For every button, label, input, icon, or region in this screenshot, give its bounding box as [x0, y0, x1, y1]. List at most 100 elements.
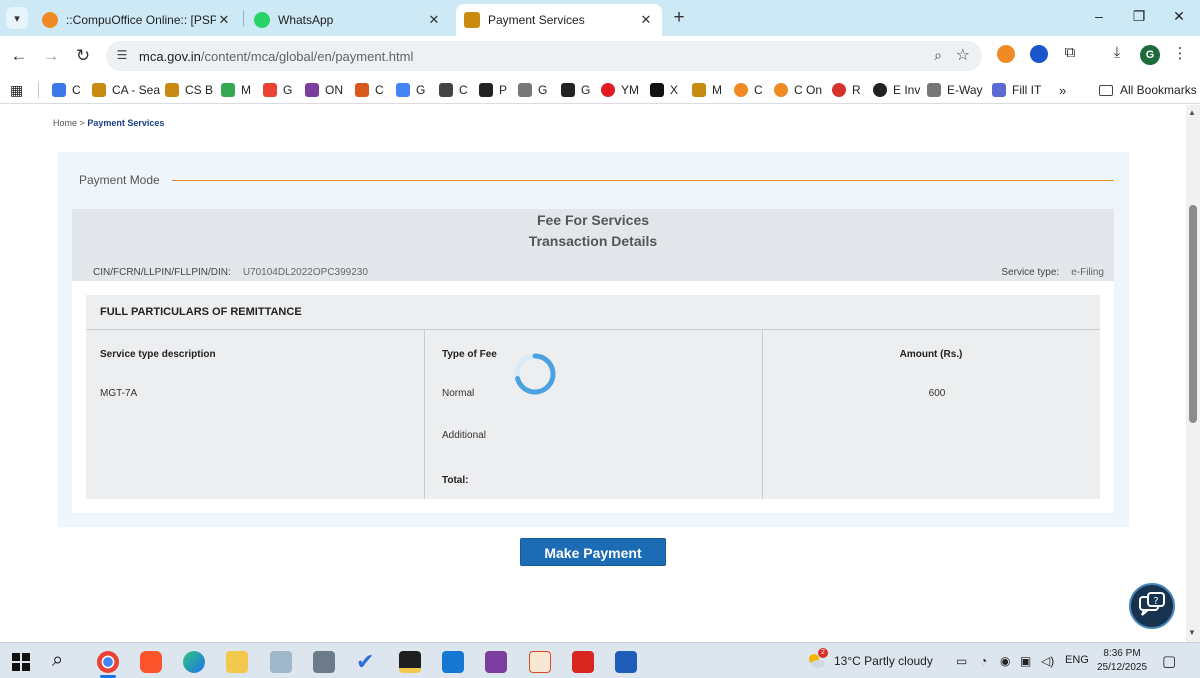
all-bookmarks-button[interactable]: All Bookmarks — [1099, 81, 1197, 99]
tab-title: ::CompuOffice Online:: [PSPL Ph — [66, 13, 216, 27]
bookmark-item[interactable]: C On — [774, 81, 822, 99]
bookmark-item[interactable]: CA - Sea — [92, 81, 160, 99]
bookmark-label: M — [241, 83, 251, 97]
system-clock[interactable]: 8:36 PM 25/12/2025 — [1097, 647, 1147, 675]
grok-icon — [561, 83, 575, 97]
bookmark-star-icon[interactable]: ☆ — [956, 45, 970, 65]
bookmark-item[interactable]: E Inv — [873, 81, 920, 99]
address-bar[interactable]: ☰ mca.gov.in/content/mca/global/en/payme… — [106, 41, 982, 71]
reload-icon[interactable]: ↻ — [72, 45, 94, 67]
bookmark-item[interactable]: Fill IT — [992, 81, 1041, 99]
windows-start-icon[interactable] — [12, 653, 30, 671]
brave-icon[interactable] — [140, 651, 162, 673]
breadcrumb-home[interactable]: Home — [53, 118, 77, 128]
close-icon[interactable]: ✕ — [426, 12, 442, 28]
tray-app-icon[interactable]: ◉ — [1000, 654, 1010, 668]
bookmark-item[interactable]: CS B — [165, 81, 213, 99]
tab-search-chevron-down-icon[interactable]: ▾ — [6, 7, 28, 29]
input-language[interactable]: ENG — [1065, 654, 1089, 666]
transaction-details-title: Transaction Details — [528, 233, 658, 249]
site-settings-icon[interactable]: ☰ — [114, 48, 130, 64]
bookmark-item[interactable]: G — [396, 81, 425, 99]
word-icon[interactable] — [615, 651, 637, 673]
bookmark-item[interactable]: G — [263, 81, 292, 99]
bookmark-item[interactable]: M — [221, 81, 251, 99]
make-payment-button[interactable]: Make Payment — [520, 538, 666, 566]
calendar-icon — [52, 83, 66, 97]
bookmark-item[interactable]: C — [734, 81, 763, 99]
fillit-icon — [992, 83, 1006, 97]
bookmark-label: E-Way — [947, 83, 983, 97]
weather-text[interactable]: 13°C Partly cloudy — [834, 654, 933, 668]
bookmark-item[interactable]: C — [439, 81, 468, 99]
bookmark-item[interactable]: P — [479, 81, 507, 99]
file-explorer-icon[interactable] — [226, 651, 248, 673]
volume-icon[interactable]: ◁) — [1041, 654, 1054, 668]
bookmark-item[interactable]: G — [518, 81, 547, 99]
download-icon[interactable]: ⤓ — [1107, 44, 1127, 61]
compuoffice-icon — [734, 83, 748, 97]
profile-avatar[interactable]: G — [1140, 45, 1160, 65]
outlook-icon[interactable] — [442, 651, 464, 673]
bookmark-item[interactable]: C — [52, 81, 81, 99]
todo-check-icon[interactable]: ✔ — [356, 651, 378, 673]
bookmark-item[interactable]: X — [650, 81, 678, 99]
new-tab-plus-icon[interactable]: + — [668, 7, 690, 29]
chrome-icon[interactable] — [97, 651, 119, 673]
apps-grid-icon[interactable]: ▦ — [10, 81, 23, 99]
breadcrumb: Home > Payment Services — [53, 118, 164, 128]
bookmark-item[interactable]: E-Way — [927, 81, 983, 99]
red-circle-icon — [832, 83, 846, 97]
bookmark-item[interactable]: G — [561, 81, 590, 99]
bookmarks-overflow-chevron-icon[interactable]: » — [1059, 81, 1066, 99]
tab-whatsapp[interactable]: WhatsApp ✕ — [246, 4, 450, 36]
amount-header: Amount (Rs.) — [899, 349, 963, 360]
bookmark-item[interactable]: C — [355, 81, 384, 99]
app-icon[interactable] — [270, 651, 292, 673]
onenote-icon[interactable] — [485, 651, 507, 673]
extension-blue-icon[interactable] — [1030, 45, 1048, 63]
close-window-icon[interactable]: ✕ — [1169, 8, 1189, 25]
tab-payment-services[interactable]: Payment Services ✕ — [456, 4, 662, 36]
edge-icon[interactable] — [183, 651, 205, 673]
bookmark-item[interactable]: M — [692, 81, 722, 99]
compuoffice-gst-icon[interactable] — [529, 651, 551, 673]
svg-text:?: ? — [1153, 596, 1158, 607]
minimize-icon[interactable]: – — [1089, 8, 1109, 24]
whatsapp-favicon-icon — [254, 12, 270, 28]
zoom-magnifier-icon[interactable]: ⌕ — [934, 47, 942, 64]
more-menu-icon[interactable]: ⋮ — [1170, 44, 1190, 62]
notifications-icon[interactable]: ▢ — [1162, 652, 1176, 670]
bookmark-item[interactable]: ON — [305, 81, 343, 99]
chat-support-button[interactable]: ? — [1129, 583, 1175, 629]
compuoffice-icon — [774, 83, 788, 97]
scroll-down-arrow-icon[interactable]: ▼ — [1188, 628, 1196, 637]
search-icon[interactable]: ⌕ — [52, 649, 63, 672]
scrollbar-thumb[interactable] — [1189, 205, 1197, 423]
close-icon[interactable]: ✕ — [638, 12, 654, 28]
legend-divider — [172, 180, 1114, 181]
clock-time: 8:36 PM — [1103, 648, 1141, 659]
back-arrow-icon[interactable]: ← — [8, 45, 30, 67]
wifi-icon[interactable]: ◔ — [980, 654, 987, 668]
bookmark-label: R — [852, 83, 861, 97]
browser-toolbar: ← → ↻ ☰ mca.gov.in/content/mca/global/en… — [0, 36, 1200, 76]
bookmark-item[interactable]: R — [832, 81, 861, 99]
url-text[interactable]: mca.gov.in/content/mca/global/en/payment… — [139, 49, 413, 64]
bookmark-item[interactable]: YM — [601, 81, 639, 99]
onenote-icon — [305, 83, 319, 97]
restore-icon[interactable]: ❐ — [1129, 8, 1149, 25]
tab-compuoffice[interactable]: ::CompuOffice Online:: [PSPL Ph ✕ — [34, 4, 240, 36]
calculator-icon[interactable] — [313, 651, 335, 673]
sticky-notes-icon[interactable] — [399, 651, 421, 673]
compuoffice-extension-icon[interactable] — [997, 45, 1015, 63]
forward-arrow-icon[interactable]: → — [40, 45, 62, 67]
cin-label: CIN/FCRN/LLPIN/FLLPIN/DIN: — [93, 267, 231, 278]
display-icon[interactable]: ▣ — [1020, 654, 1031, 668]
scroll-up-arrow-icon[interactable]: ▲ — [1188, 108, 1196, 117]
close-icon[interactable]: ✕ — [216, 12, 232, 28]
total-label: Total: — [442, 475, 469, 486]
extensions-puzzle-icon[interactable]: ⧉ — [1060, 44, 1080, 61]
acrobat-icon[interactable] — [572, 651, 594, 673]
battery-icon[interactable]: ▭ — [956, 654, 967, 668]
